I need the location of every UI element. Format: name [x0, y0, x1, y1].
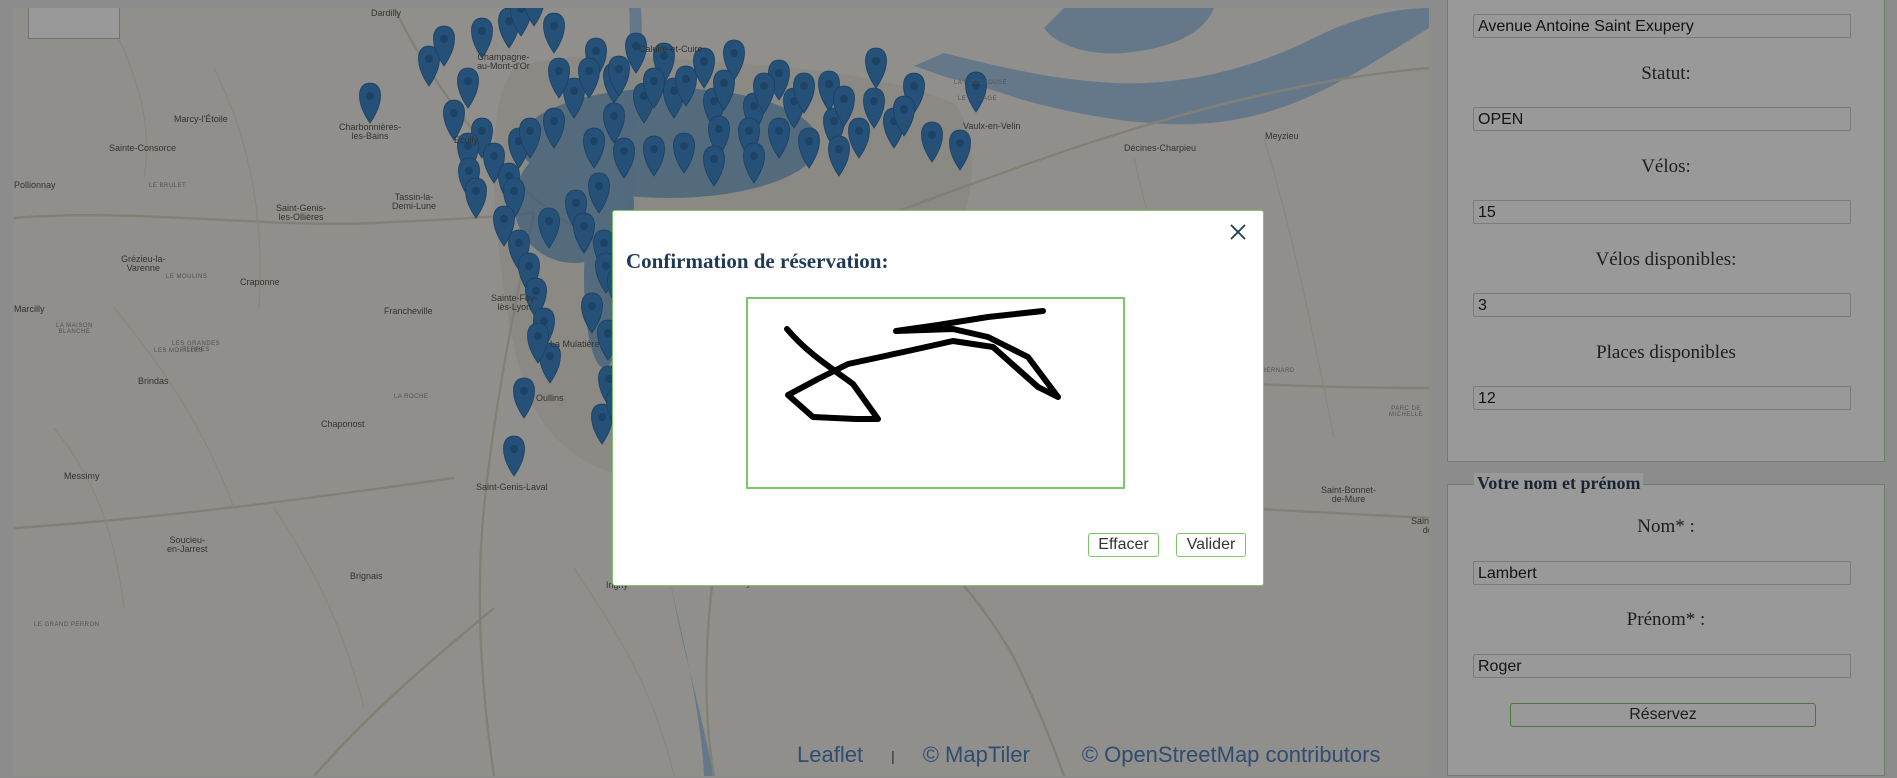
signature-drawing	[784, 308, 1061, 422]
close-icon[interactable]	[1227, 221, 1249, 243]
signature-canvas[interactable]	[746, 297, 1125, 489]
validate-button[interactable]: Valider	[1176, 533, 1246, 557]
reservation-modal: Confirmation de réservation: Effacer Val…	[612, 210, 1264, 586]
modal-title: Confirmation de réservation:	[626, 249, 889, 273]
clear-button[interactable]: Effacer	[1088, 533, 1159, 557]
